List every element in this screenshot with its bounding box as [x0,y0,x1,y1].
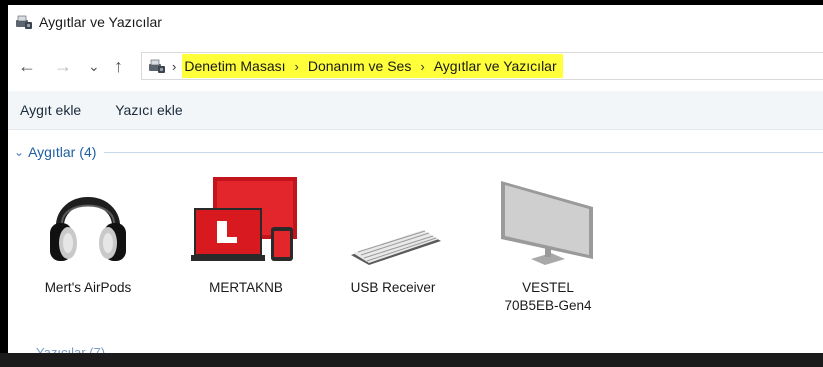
breadcrumb-separator: › [420,58,425,74]
command-bar: Aygıt ekle Yazıcı ekle [8,91,823,130]
breadcrumb-separator: › [294,58,299,74]
device-item-airpods[interactable]: Mert's AirPods [33,173,143,297]
device-label: USB Receiver [350,280,436,295]
breadcrumb-hardware-and-sound[interactable]: Donanım ve Ses [308,58,412,74]
add-printer-button[interactable]: Yazıcı ekle [115,102,182,118]
device-label: Mert's AirPods [44,280,132,295]
group-divider [104,151,823,153]
device-item-usb-receiver[interactable]: USB Receiver [338,173,448,297]
devices-printers-icon [149,59,165,73]
chevron-down-icon[interactable]: ⌄ [14,145,24,159]
title-bar: Aygıtlar ve Yazıcılar [8,5,823,39]
monitor-icon [501,181,593,265]
address-bar[interactable]: › Denetim Masası › Donanım ve Ses › Aygı… [141,52,823,80]
address-row: ← → ⌄ ↑ › Denetim Masası › Donanım ve Se… [8,49,823,85]
breadcrumb-separator: › [172,58,177,74]
add-device-button[interactable]: Aygıt ekle [20,102,81,118]
forward-button[interactable]: → [54,55,72,77]
devices-printers-icon [16,15,32,29]
computer-icon [191,177,297,261]
headphones-icon [50,197,126,261]
breadcrumb: Denetim Masası › Donanım ve Ses › Aygıtl… [182,54,563,78]
keyboard-icon [351,230,441,265]
device-label: MERTAKNB [209,280,283,295]
device-label: VESTEL 70B5EB-Gen4 [493,279,603,315]
devices-and-printers-window: Aygıtlar ve Yazıcılar ← → ⌄ ↑ › Denetim … [8,5,823,353]
breadcrumb-control-panel[interactable]: Denetim Masası [184,58,285,74]
back-button[interactable]: ← [18,55,36,77]
window-title: Aygıtlar ve Yazıcılar [39,14,162,30]
device-label-line1: VESTEL [522,280,574,295]
devices-group-header[interactable]: ⌄ Aygıtlar (4) [8,142,823,162]
bottom-border [0,353,823,367]
printers-group-header[interactable]: Yazıcılar (7) [36,345,105,353]
device-label-line2: 70B5EB-Gen4 [504,298,592,313]
device-item-vestel[interactable]: VESTEL 70B5EB-Gen4 [493,173,603,315]
device-item-mertaknb[interactable]: MERTAKNB [191,173,301,297]
breadcrumb-devices-and-printers[interactable]: Aygıtlar ve Yazıcılar [434,58,557,74]
up-button[interactable]: ↑ [114,55,123,77]
group-count: (4) [79,144,97,160]
group-title: Aygıtlar [28,144,76,160]
recent-locations-button[interactable]: ⌄ [88,55,100,77]
